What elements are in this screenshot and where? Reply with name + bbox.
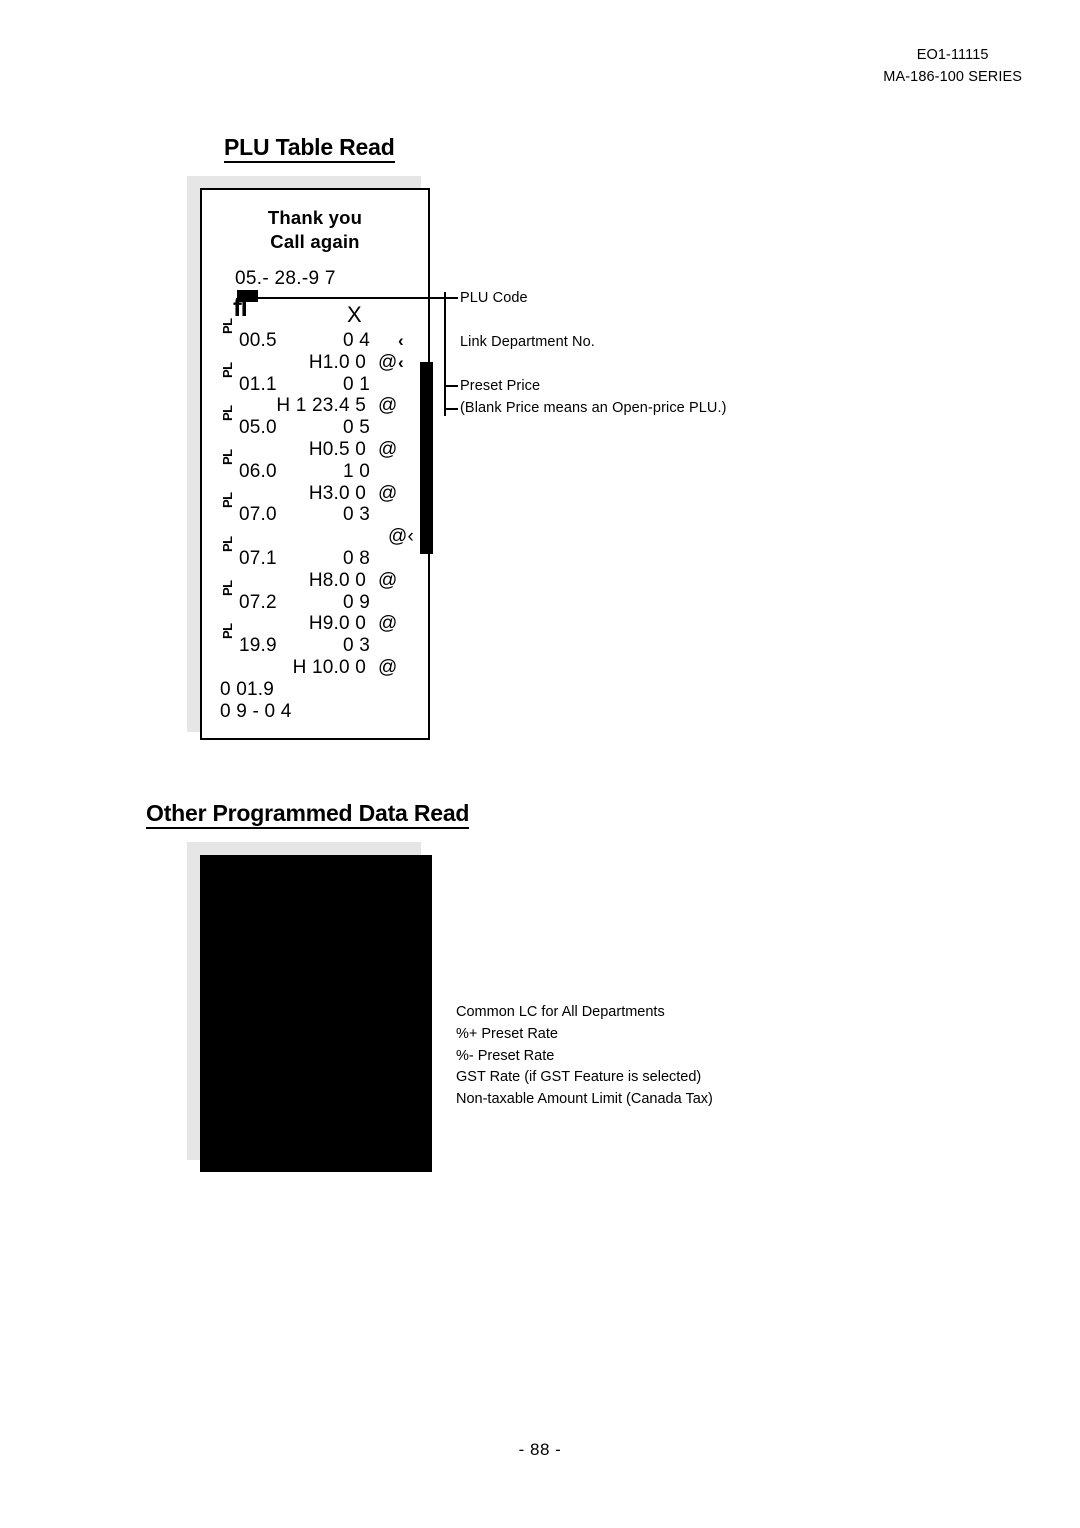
receipt-plu-prefix-label: PL (220, 536, 235, 552)
receipt-at-symbol: @ (378, 395, 398, 417)
other-programmed-data-receipt-figure (200, 855, 432, 1172)
receipt-preset-price-value: H 1 23.4 5 (276, 395, 366, 417)
receipt-row: PL 01.1 0 1 (202, 362, 428, 396)
receipt-preset-price-value: H1.0 0 (308, 351, 366, 373)
receipt-header-line-1: Thank you (267, 207, 363, 228)
receipt-plu-prefix-label: PL (220, 492, 235, 509)
receipt-row: 0 01.9 (202, 679, 428, 701)
receipt-header: Thank you Call again (202, 206, 428, 253)
other-programmed-data-annotations: Common LC for All Departments %+ Preset R… (456, 1002, 713, 1111)
receipt-row: PL 19.9 0 3 (202, 624, 428, 657)
page-title-other-programmed-data-read: Other Programmed Data Read (146, 800, 469, 829)
receipt-department-value: 0 3 (342, 635, 370, 657)
receipt-at-symbol: @ (378, 569, 398, 591)
receipt-row: PL 07.1 0 8 (202, 536, 428, 570)
receipt-print-rows: PL 00.5 0 4 ‹ H1.0 0 @ ‹ PL 01.1 0 1H 1 23.4 5 @ PL… (202, 318, 428, 723)
receipt-plu-code-value: 01.1 (239, 373, 277, 395)
receipt-plu-code-value: 19.9 (239, 635, 277, 657)
receipt-row: H3.0 0 @ (202, 483, 428, 505)
receipt-row: @‹ (202, 526, 428, 548)
other-programmed-data-read-heading-text: Other Programmed Data Read (146, 800, 469, 829)
receipt-preset-price-value: H0.5 0 (308, 438, 366, 460)
receipt-department-value: 1 0 (342, 460, 370, 482)
receipt-row: H 1 23.4 5 @ (202, 395, 428, 417)
receipt-row: H 10.0 0 @ (202, 657, 428, 679)
receipt-preset-price-value: H 10.0 0 (292, 656, 366, 678)
annotation-plu-code: PLU Code (460, 290, 528, 306)
receipt-department-value: 0 1 (342, 373, 370, 395)
receipt-plu-code-value: 07.0 (239, 504, 277, 526)
receipt-row: PL 05.0 0 5 (202, 406, 428, 439)
receipt-footer-line: 0 01.9 (220, 678, 275, 700)
receipt-row: PL 00.5 0 4 ‹ (202, 318, 428, 352)
receipt-row: 0 9 - 0 4 (202, 701, 428, 723)
annotation-line: GST Rate (if GST Feature is selected) (456, 1069, 702, 1086)
page-number: - 88 - (518, 1440, 562, 1459)
receipt-plu-prefix-label: PL (220, 405, 235, 422)
receipt-plu-code-value: 07.2 (239, 591, 277, 613)
receipt-department-value: 0 3 (342, 504, 370, 526)
receipt-arrow-icon: ‹ (398, 331, 404, 350)
receipt-plu-prefix-label: PL (220, 449, 235, 465)
leader-tick-plu-code (444, 297, 458, 299)
header-code: EO1-11115 (916, 47, 989, 63)
receipt-row: H1.0 0 @ ‹ (202, 352, 428, 374)
leader-plu-code-horizontal (240, 297, 456, 299)
receipt-at-symbol: @ (378, 351, 398, 373)
leader-tick-blank-price (444, 408, 458, 410)
receipt-row: H0.5 0 @ (202, 439, 428, 461)
receipt-preset-price-value: H8.0 0 (308, 569, 366, 591)
page-title-plu-table-read: PLU Table Read (224, 134, 395, 163)
header-series: MA-186-100 SERIES (883, 69, 1022, 86)
receipt-mode-symbol: X (347, 302, 362, 327)
annotation-line: %- Preset Rate (456, 1047, 555, 1064)
receipt-plu-prefix-label: PL (220, 318, 235, 334)
receipt-row: H9.0 0 @ (202, 613, 428, 635)
receipt-row: PL 07.0 0 3 (202, 493, 428, 526)
receipt-plu-prefix-label: PL (220, 623, 235, 640)
receipt-row: PL 07.2 0 9 (202, 580, 428, 614)
receipt-plu-code-value: 07.1 (239, 547, 277, 569)
annotation-preset-price: Preset Price (460, 378, 541, 394)
receipt-at-symbol: @ (378, 482, 398, 504)
receipt-at-symbol: @ (378, 656, 398, 678)
receipt-footer-line: 0 9 - 0 4 (220, 700, 292, 722)
receipt-department-value: 0 8 (342, 547, 370, 569)
receipt-at-arrow-icon: @‹ (388, 526, 415, 548)
receipt-plu-code-value: 05.0 (239, 417, 277, 439)
receipt-row: PL 06.0 1 0 (202, 449, 428, 483)
annotation-line: %+ Preset Rate (456, 1025, 558, 1042)
receipt-preset-price-value: H3.0 0 (308, 482, 366, 504)
receipt-plu-prefix-label: PL (220, 579, 235, 596)
receipt-department-value: 0 4 (342, 330, 370, 351)
annotation-line: Non-taxable Amount Limit (Canada Tax) (456, 1091, 713, 1108)
leader-tick-preset-price (444, 385, 458, 387)
plu-table-read-heading-text: PLU Table Read (224, 134, 395, 163)
receipt-at-symbol: @ (378, 438, 398, 460)
receipt-at-symbol: @ (378, 613, 398, 635)
annotation-link-department-no: Link Department No. (460, 334, 595, 350)
receipt-header-line-2: Call again (270, 230, 360, 252)
receipt-arrow-icon: ‹ (398, 352, 404, 372)
receipt-row: H8.0 0 @ (202, 570, 428, 592)
document-header: EO1-11115 MA-186-100 SERIES (883, 44, 1022, 89)
annotation-line: Common LC for All Departments (456, 1004, 665, 1020)
plu-receipt-figure: Thank you Call again 05.- 28.-9 7 fl X P… (200, 188, 433, 740)
receipt-plu-code-value: 00.5 (239, 330, 277, 351)
receipt-plu-code-value: 06.0 (239, 460, 277, 482)
receipt-department-value: 0 9 (342, 591, 370, 613)
receipt-preset-price-value: H9.0 0 (308, 613, 366, 635)
annotation-blank-price-note: (Blank Price means an Open-price PLU.) (460, 400, 727, 416)
receipt-plu-prefix-label: PL (220, 361, 235, 378)
receipt-department-value: 0 5 (342, 417, 370, 439)
leader-vertical-spine (444, 292, 446, 416)
receipt-date-line: 05.- 28.-9 7 (235, 268, 336, 289)
